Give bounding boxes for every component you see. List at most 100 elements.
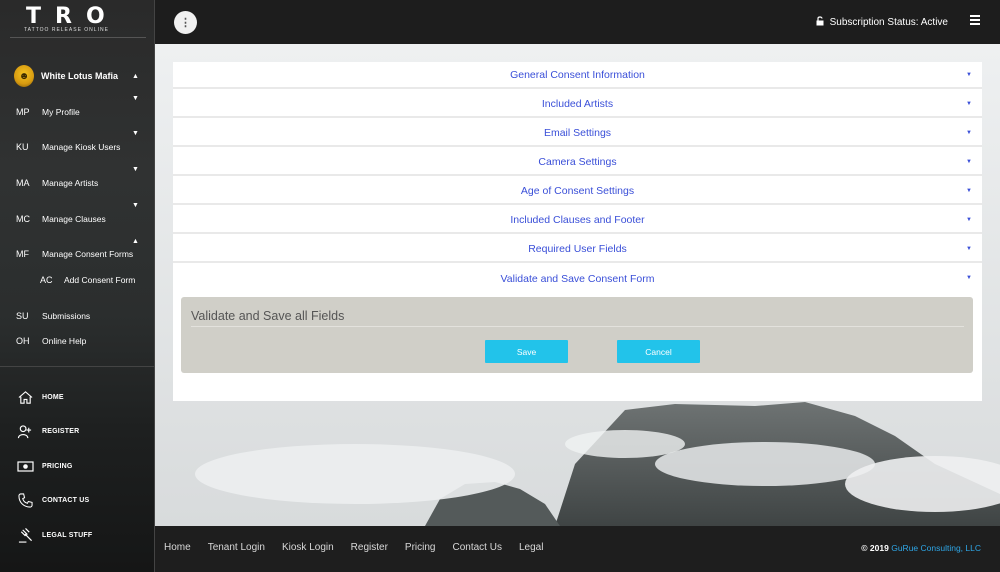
- nav-abbr: SU: [16, 311, 29, 321]
- nav-abbr: MF: [16, 249, 29, 259]
- caret-down-icon[interactable]: ▼: [132, 202, 139, 209]
- logo-subtitle: TATTOO RELEASE ONLINE: [24, 27, 109, 33]
- phone-icon: [16, 492, 34, 508]
- accordion-label: Included Clauses and Footer: [510, 213, 645, 226]
- kebab-menu-icon[interactable]: ⋮: [174, 11, 197, 34]
- sidebar-item-add-consent-form[interactable]: AC Add Consent Form: [40, 272, 150, 288]
- sidebar-item-manage-clauses[interactable]: MC Manage Clauses: [16, 211, 140, 227]
- nav-label: Manage Kiosk Users: [42, 142, 121, 152]
- user-menu[interactable]: ☻ White Lotus Mafia: [14, 64, 144, 88]
- link-label: CONTACT US: [42, 496, 90, 504]
- cancel-button[interactable]: Cancel: [617, 340, 700, 363]
- copyright: © 2019 GuRue Consulting, LLC: [861, 543, 981, 553]
- sidebar-link-pricing[interactable]: PRICING: [16, 456, 146, 476]
- logo[interactable]: TRO TATTOO RELEASE ONLINE: [10, 4, 146, 38]
- caret-down-icon: ▼: [966, 72, 972, 78]
- gavel-icon: [16, 527, 34, 543]
- caret-down-icon[interactable]: ▼: [132, 130, 139, 137]
- accordion-label: Included Artists: [541, 97, 614, 110]
- nav-label: Manage Consent Forms: [42, 249, 134, 259]
- caret-down-icon[interactable]: ▼: [132, 95, 139, 102]
- copyright-brand-link[interactable]: GuRue Consulting, LLC: [891, 543, 981, 553]
- divider: [191, 326, 964, 327]
- sidebar-item-manage-artists[interactable]: MA Manage Artists: [16, 175, 140, 191]
- link-label: REGISTER: [42, 427, 80, 435]
- nav-label: My Profile: [42, 107, 80, 117]
- money-icon: [16, 458, 34, 474]
- caret-down-icon: ▼: [966, 246, 972, 252]
- footer-link-home[interactable]: Home: [164, 542, 191, 553]
- footer-link-tenant-login[interactable]: Tenant Login: [208, 542, 265, 553]
- accordion-label: Validate and Save Consent Form: [500, 272, 655, 285]
- sidebar-item-manage-consent-forms[interactable]: MF Manage Consent Forms: [16, 246, 140, 262]
- home-icon: [16, 389, 34, 405]
- top-bar: ⋮ Subscription Status: Active: [155, 0, 1000, 44]
- caret-down-icon: ▼: [966, 275, 972, 281]
- unlock-icon: [816, 16, 825, 29]
- validate-section: Validate and Save all Fields Save Cancel: [181, 297, 973, 373]
- avatar: ☻: [14, 65, 34, 87]
- caret-down-icon: ▼: [966, 101, 972, 107]
- sidebar-divider: [0, 366, 155, 367]
- accordion-email-settings[interactable]: Email Settings ▼: [173, 120, 982, 147]
- validate-title: Validate and Save all Fields: [191, 309, 345, 323]
- footer-link-contact-us[interactable]: Contact Us: [453, 542, 502, 553]
- accordion-included-artists[interactable]: Included Artists ▼: [173, 91, 982, 118]
- nav-label: Manage Clauses: [42, 214, 106, 224]
- footer-link-legal[interactable]: Legal: [519, 542, 543, 553]
- accordion-age-of-consent-settings[interactable]: Age of Consent Settings ▼: [173, 178, 982, 205]
- copyright-prefix: © 2019: [861, 543, 889, 553]
- caret-down-icon: ▼: [966, 159, 972, 165]
- sidebar-item-manage-kiosk-users[interactable]: KU Manage Kiosk Users: [16, 139, 140, 155]
- accordion-required-user-fields[interactable]: Required User Fields ▼: [173, 236, 982, 263]
- accordion-label: Required User Fields: [528, 242, 627, 255]
- subscription-status: Subscription Status: Active: [816, 16, 948, 29]
- link-label: LEGAL STUFF: [42, 531, 93, 539]
- sidebar-link-home[interactable]: HOME: [16, 387, 146, 407]
- nav-abbr: MP: [16, 107, 30, 117]
- footer-link-register[interactable]: Register: [351, 542, 388, 553]
- accordion-label: Email Settings: [543, 126, 612, 139]
- caret-down-icon[interactable]: ▼: [132, 166, 139, 173]
- consent-form-panel: General Consent Information ▼ Included A…: [173, 62, 982, 401]
- footer: Home Tenant Login Kiosk Login Register P…: [155, 526, 1000, 572]
- caret-up-icon[interactable]: ▲: [132, 73, 139, 80]
- subscription-status-text: Subscription Status: Active: [829, 17, 948, 28]
- logo-text: TRO: [26, 4, 119, 29]
- nav-label: Manage Artists: [42, 178, 99, 188]
- sidebar-item-my-profile[interactable]: MP My Profile: [16, 104, 140, 120]
- nav-label: Submissions: [42, 311, 91, 321]
- sidebar-link-legal-stuff[interactable]: LEGAL STUFF: [16, 525, 146, 545]
- link-label: HOME: [42, 393, 64, 401]
- nav-abbr: MC: [16, 214, 30, 224]
- user-name: White Lotus Mafia: [41, 71, 118, 81]
- caret-down-icon: ▼: [966, 130, 972, 136]
- accordion-camera-settings[interactable]: Camera Settings ▼: [173, 149, 982, 176]
- sidebar-item-online-help[interactable]: OH Online Help: [16, 333, 140, 349]
- caret-up-icon[interactable]: ▲: [132, 238, 139, 245]
- nav-abbr: KU: [16, 142, 29, 152]
- footer-link-kiosk-login[interactable]: Kiosk Login: [282, 542, 334, 553]
- accordion-label: Age of Consent Settings: [520, 184, 635, 197]
- accordion-label: General Consent Information: [510, 68, 645, 81]
- nav-abbr: AC: [40, 275, 53, 285]
- accordion-validate-and-save-consent-form[interactable]: Validate and Save Consent Form ▼: [173, 265, 982, 292]
- footer-links: Home Tenant Login Kiosk Login Register P…: [164, 542, 560, 553]
- accordion-included-clauses-and-footer[interactable]: Included Clauses and Footer ▼: [173, 207, 982, 234]
- sidebar: TRO TATTOO RELEASE ONLINE ☻ White Lotus …: [0, 0, 155, 572]
- footer-link-pricing[interactable]: Pricing: [405, 542, 436, 553]
- nav-abbr: MA: [16, 178, 30, 188]
- nav-label: Add Consent Form: [64, 275, 136, 285]
- sidebar-item-submissions[interactable]: SU Submissions: [16, 308, 140, 324]
- add-user-icon: [16, 423, 34, 439]
- caret-down-icon: ▼: [966, 188, 972, 194]
- list-icon[interactable]: [970, 15, 980, 25]
- link-label: PRICING: [42, 462, 73, 470]
- accordion-label: Camera Settings: [538, 155, 617, 168]
- save-button[interactable]: Save: [485, 340, 568, 363]
- caret-down-icon: ▼: [966, 217, 972, 223]
- sidebar-link-register[interactable]: REGISTER: [16, 421, 146, 441]
- nav-abbr: OH: [16, 336, 30, 346]
- sidebar-link-contact-us[interactable]: CONTACT US: [16, 490, 146, 510]
- accordion-general-consent-information[interactable]: General Consent Information ▼: [173, 62, 982, 89]
